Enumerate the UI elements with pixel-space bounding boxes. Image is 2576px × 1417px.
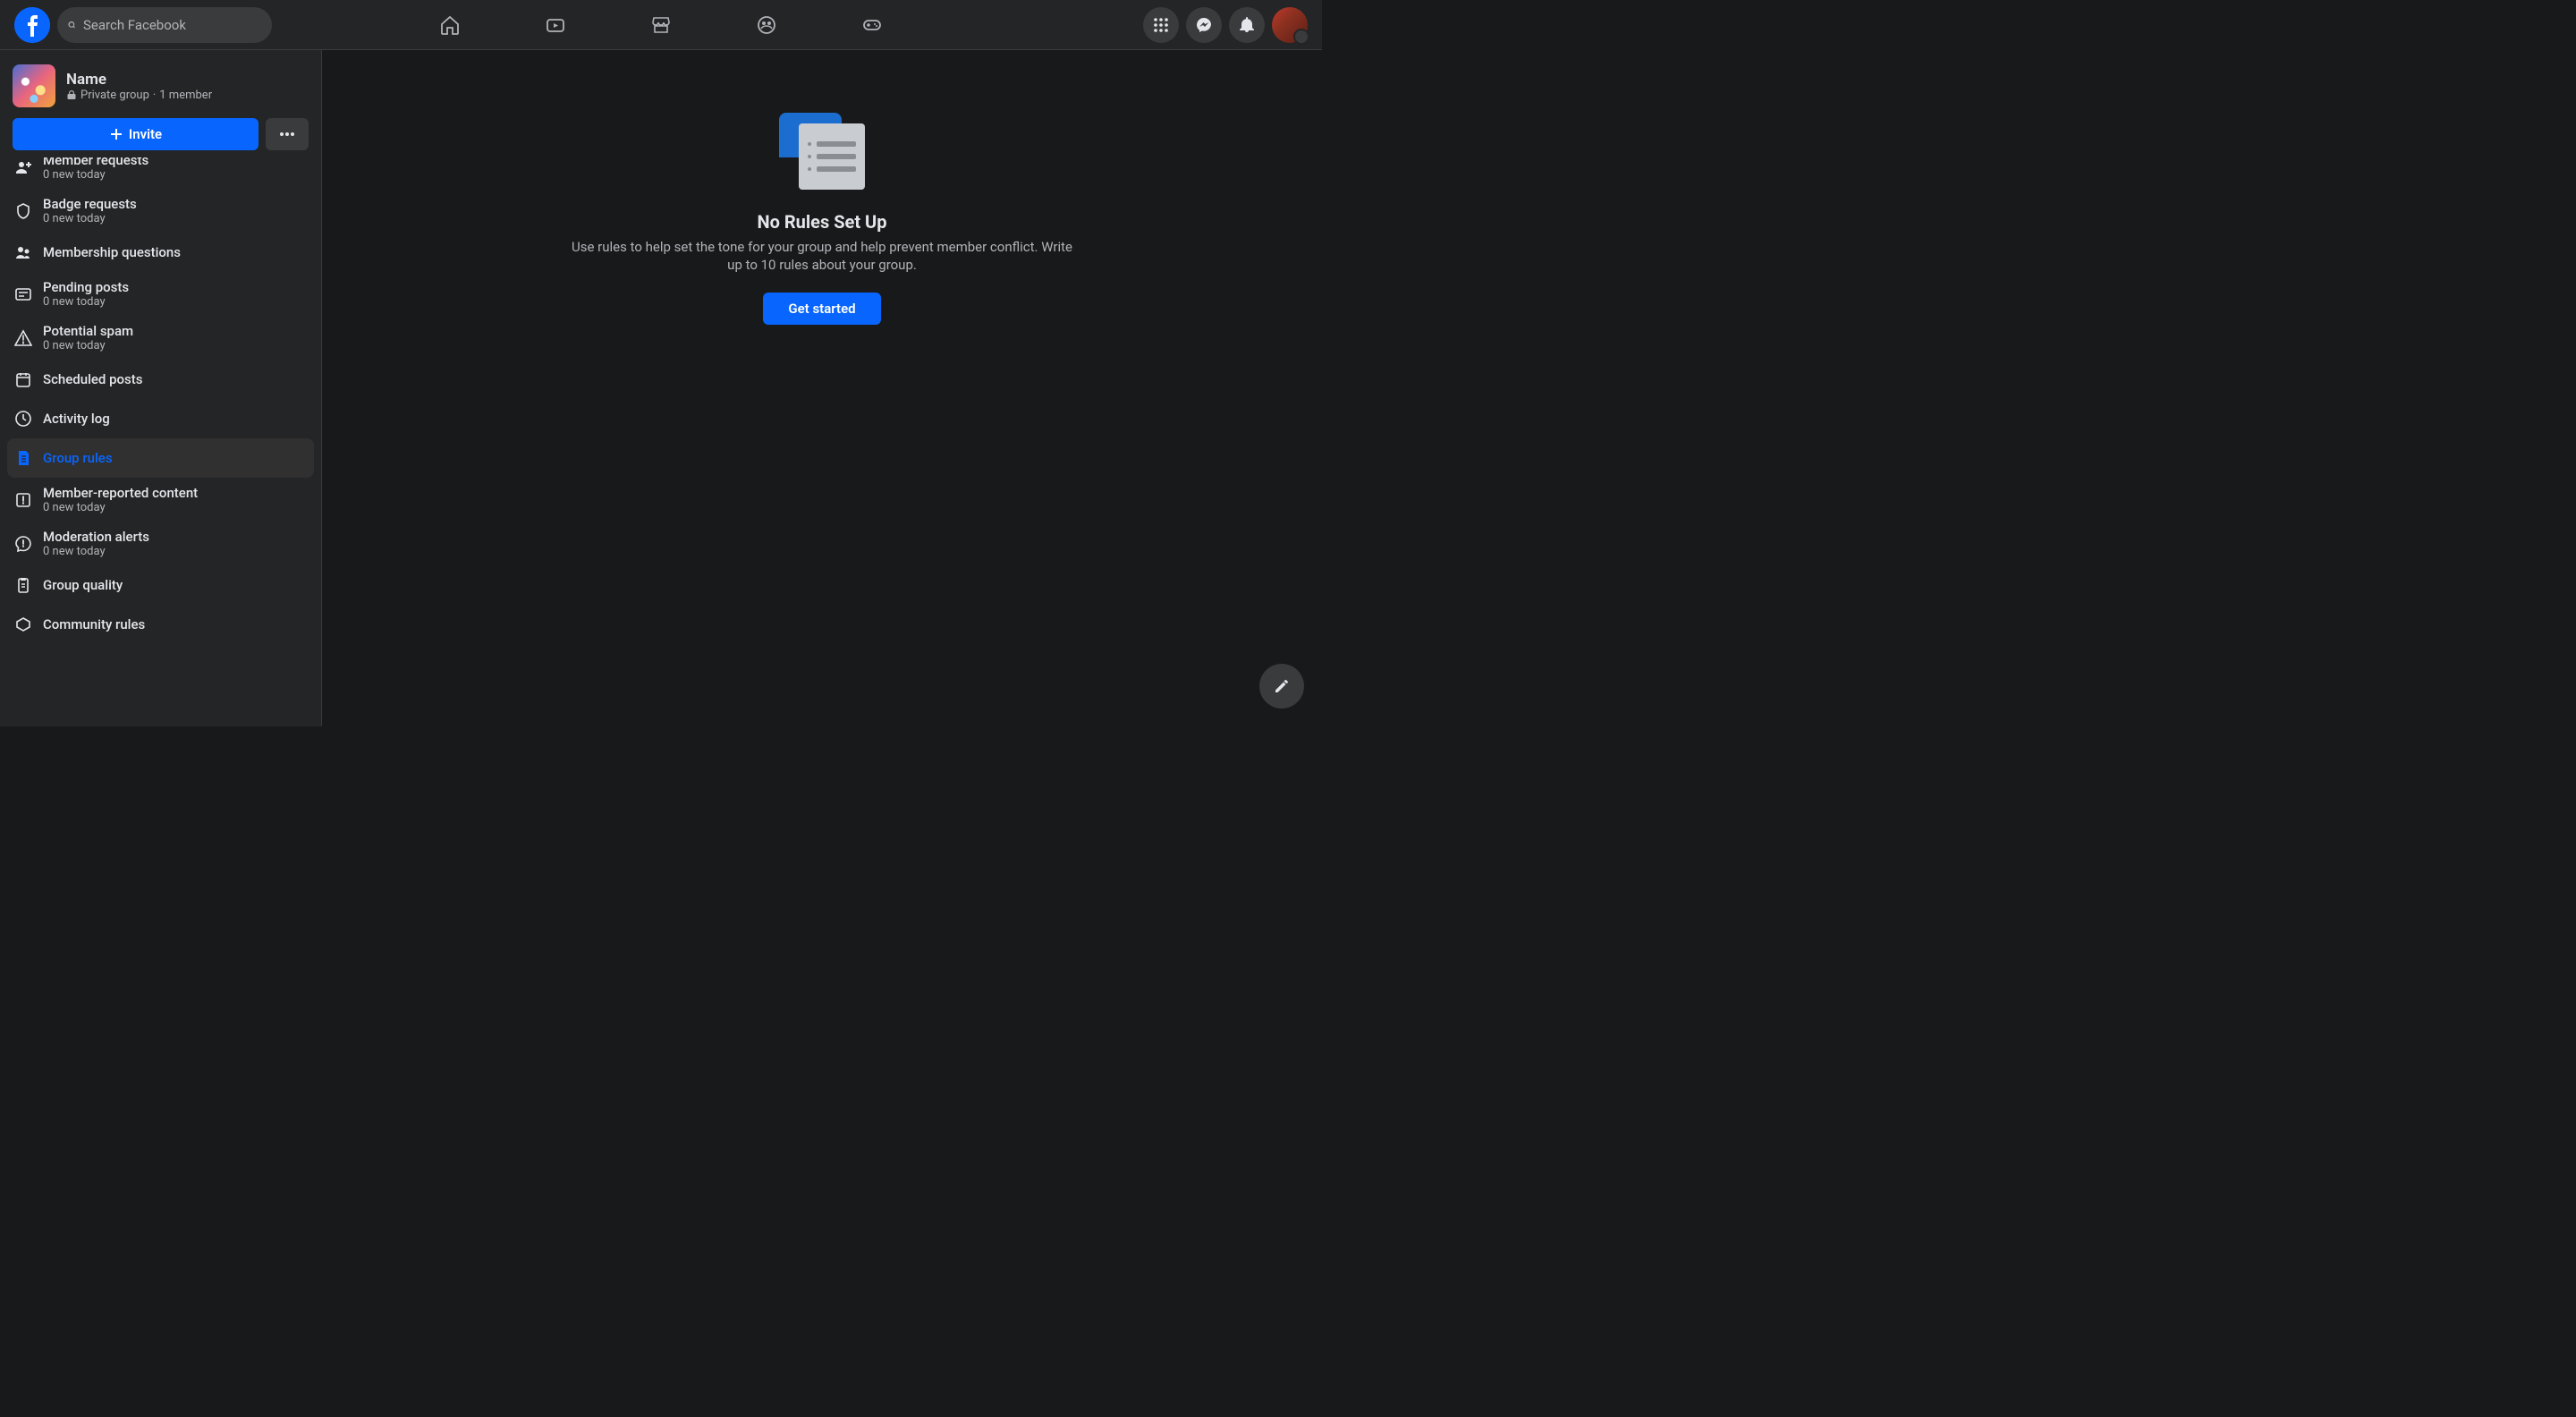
sidebar-item-sub: 0 new today xyxy=(43,212,137,225)
sidebar-item-label: Membership questions xyxy=(43,244,181,260)
group-meta: Private group · 1 member xyxy=(66,89,212,102)
sidebar-item-label: Group rules xyxy=(43,450,113,466)
groups-icon xyxy=(756,14,777,36)
facebook-logo[interactable] xyxy=(14,7,50,43)
sidebar-item-membership-questions[interactable]: Membership questions xyxy=(7,233,314,272)
invite-label: Invite xyxy=(129,126,162,142)
sidebar-item-group-quality[interactable]: Group quality xyxy=(7,565,314,605)
compose-fab[interactable] xyxy=(1259,664,1304,708)
video-icon xyxy=(545,14,566,36)
main-content: No Rules Set Up Use rules to help set th… xyxy=(322,50,1322,726)
question-icon xyxy=(14,243,32,261)
center-nav xyxy=(401,0,921,49)
ellipsis-icon xyxy=(278,125,296,143)
group-thumbnail[interactable] xyxy=(13,64,55,107)
sidebar-item-pending-posts[interactable]: Pending posts0 new today xyxy=(7,272,314,316)
sidebar-item-label: Activity log xyxy=(43,411,110,427)
sidebar-item-label: Pending posts xyxy=(43,279,129,295)
sidebar-item-sub: 0 new today xyxy=(43,501,198,514)
empty-title: No Rules Set Up xyxy=(757,211,886,233)
sidebar-item-label: Member requests xyxy=(43,157,148,168)
clock-icon xyxy=(14,410,32,428)
flag-icon xyxy=(14,491,32,509)
sidebar-item-sub: 0 new today xyxy=(43,339,133,352)
more-button[interactable] xyxy=(266,118,309,150)
messenger-button[interactable] xyxy=(1186,7,1222,43)
nav-video[interactable] xyxy=(506,4,605,46)
sidebar-item-label: Potential spam xyxy=(43,323,133,339)
search-icon xyxy=(68,18,76,32)
bell-icon xyxy=(1238,16,1256,34)
rules-illustration xyxy=(779,113,865,190)
group-header: Name Private group · 1 member xyxy=(7,64,314,118)
nav-gaming[interactable] xyxy=(823,4,921,46)
nav-groups[interactable] xyxy=(717,4,816,46)
top-bar xyxy=(0,0,1322,50)
home-icon xyxy=(439,14,461,36)
sidebar-item-label: Badge requests xyxy=(43,196,137,212)
marketplace-icon xyxy=(650,14,672,36)
edit-icon xyxy=(1273,677,1291,695)
notifications-button[interactable] xyxy=(1229,7,1265,43)
search-input[interactable] xyxy=(83,17,261,33)
grid-icon xyxy=(1152,16,1170,34)
warning-icon xyxy=(14,329,32,347)
plus-icon xyxy=(109,127,123,141)
calendar-icon xyxy=(14,370,32,388)
menu-button[interactable] xyxy=(1143,7,1179,43)
sidebar-item-scheduled-posts[interactable]: Scheduled posts xyxy=(7,360,314,399)
sidebar: Name Private group · 1 member Invite Mem… xyxy=(0,50,322,726)
nav-marketplace[interactable] xyxy=(612,4,710,46)
sidebar-item-activity-log[interactable]: Activity log xyxy=(7,399,314,438)
post-icon xyxy=(14,285,32,303)
group-members: 1 member xyxy=(159,89,212,102)
sidebar-item-label: Scheduled posts xyxy=(43,371,143,387)
header-actions xyxy=(1143,7,1308,43)
sidebar-item-label: Community rules xyxy=(43,616,145,632)
gaming-icon xyxy=(861,14,883,36)
get-started-button[interactable]: Get started xyxy=(763,293,880,325)
lock-icon xyxy=(66,89,77,100)
sidebar-item-member-reported-content[interactable]: Member-reported content0 new today xyxy=(7,478,314,522)
messenger-icon xyxy=(1195,16,1213,34)
sidebar-item-group-rules[interactable]: Group rules xyxy=(7,438,314,478)
sidebar-item-moderation-alerts[interactable]: Moderation alerts0 new today xyxy=(7,522,314,565)
sidebar-item-badge-requests[interactable]: Badge requests0 new today xyxy=(7,189,314,233)
alert-icon xyxy=(14,535,32,553)
group-name: Name xyxy=(66,71,212,89)
sidebar-item-label: Group quality xyxy=(43,577,123,593)
search-field[interactable] xyxy=(57,7,272,43)
invite-button[interactable]: Invite xyxy=(13,118,258,150)
person-add-icon xyxy=(14,158,32,176)
sidebar-item-sub: 0 new today xyxy=(43,168,148,182)
sidebar-item-community-rules[interactable]: Community rules xyxy=(7,605,314,644)
group-privacy: Private group xyxy=(80,89,149,102)
sidebar-item-member-requests[interactable]: Member requests0 new today xyxy=(7,157,314,189)
sidebar-item-sub: 0 new today xyxy=(43,545,149,558)
account-avatar[interactable] xyxy=(1272,7,1308,43)
empty-description: Use rules to help set the tone for your … xyxy=(572,238,1072,275)
rules-icon xyxy=(14,449,32,467)
badge-icon xyxy=(14,202,32,220)
sidebar-item-potential-spam[interactable]: Potential spam0 new today xyxy=(7,316,314,360)
clipboard-icon xyxy=(14,576,32,594)
sidebar-item-label: Member-reported content xyxy=(43,485,198,501)
community-icon xyxy=(14,615,32,633)
sidebar-item-sub: 0 new today xyxy=(43,295,129,309)
nav-home[interactable] xyxy=(401,4,499,46)
sidebar-item-label: Moderation alerts xyxy=(43,529,149,545)
sidebar-nav: Member requests0 new todayBadge requests… xyxy=(7,157,314,719)
